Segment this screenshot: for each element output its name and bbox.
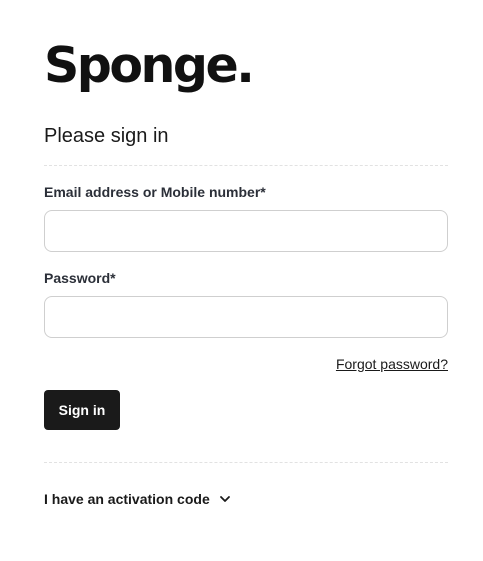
- chevron-down-icon: [218, 492, 232, 506]
- email-field[interactable]: [44, 210, 448, 252]
- activation-code-toggle[interactable]: I have an activation code: [44, 490, 232, 508]
- sign-in-button[interactable]: Sign in: [44, 390, 120, 430]
- forgot-password-link[interactable]: Forgot password?: [336, 355, 448, 373]
- bottom-divider: [44, 462, 448, 463]
- page-title: Please sign in: [44, 125, 169, 147]
- activation-code-label: I have an activation code: [44, 491, 210, 507]
- password-field[interactable]: [44, 296, 448, 338]
- email-label: Email address or Mobile number*: [44, 184, 266, 200]
- password-label: Password*: [44, 270, 116, 286]
- brand-logo: Sponge.: [44, 37, 255, 94]
- top-divider: [44, 165, 448, 166]
